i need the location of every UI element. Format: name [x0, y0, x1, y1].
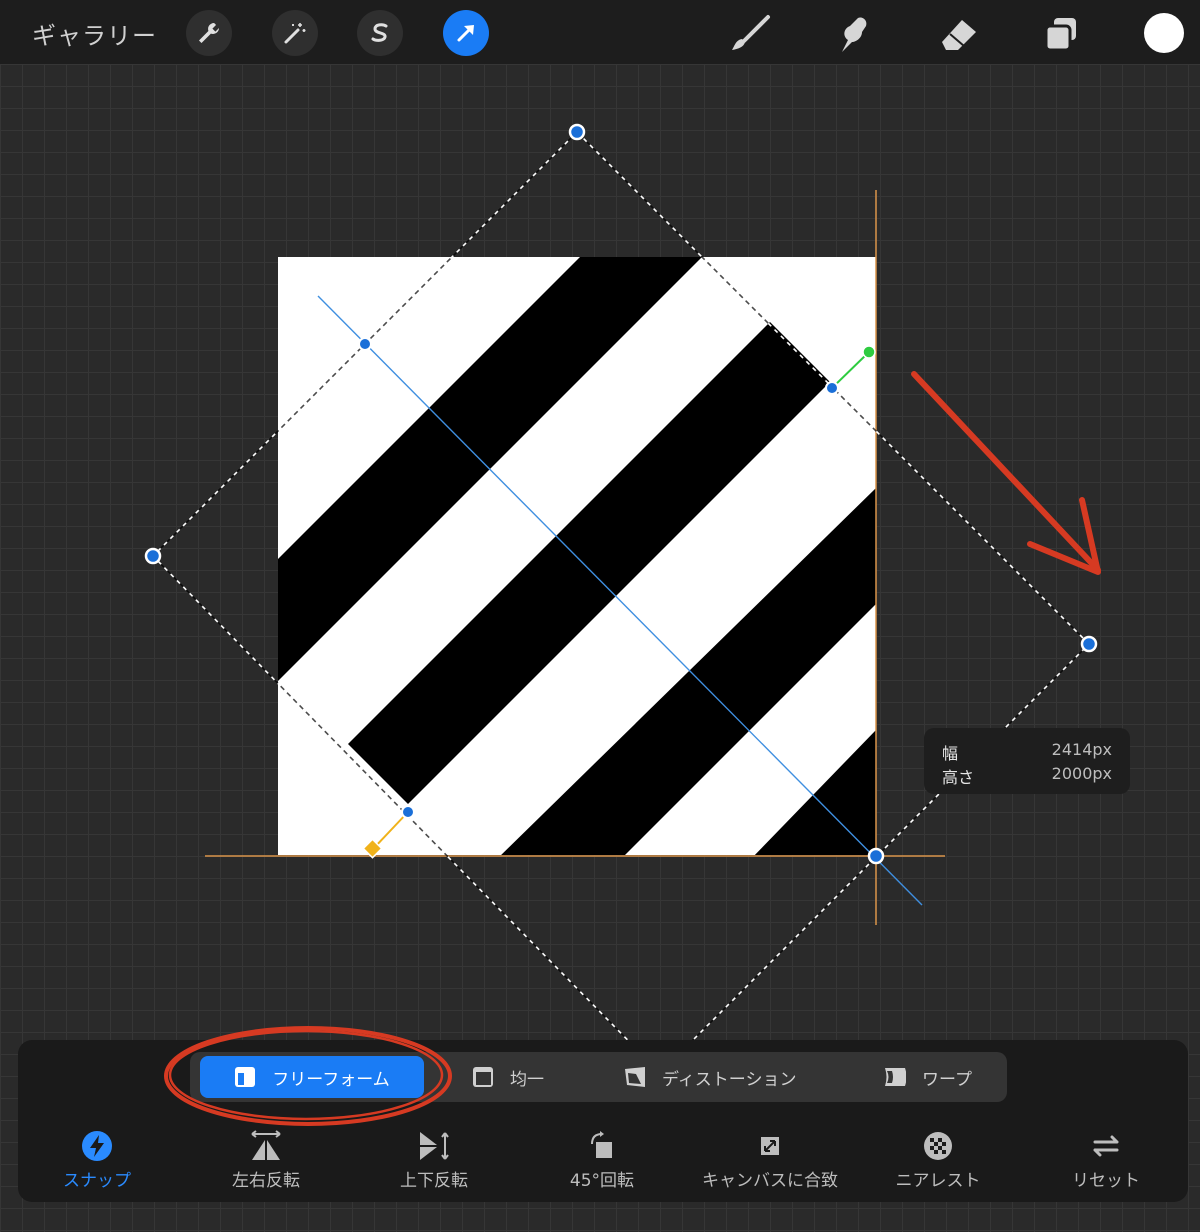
flip-horizontal-button[interactable]: 左右反転 — [191, 1128, 341, 1191]
mode-uniform-button[interactable]: 均一 — [472, 1056, 544, 1098]
mode-distort-label: ディストーション — [662, 1069, 797, 1090]
rotate-45-label: 45°回転 — [569, 1171, 635, 1191]
width-label: 幅 — [942, 744, 959, 763]
fit-canvas-label: キャンバスに合致 — [702, 1171, 838, 1191]
reset-label: リセット — [1072, 1171, 1140, 1191]
fit-canvas-icon — [761, 1137, 779, 1155]
width-value: 2414px — [1051, 740, 1112, 759]
flip-horizontal-icon — [251, 1130, 281, 1160]
distort-icon — [625, 1067, 645, 1087]
fit-canvas-button[interactable]: キャンバスに合致 — [695, 1128, 845, 1191]
snap-button[interactable]: スナップ — [22, 1128, 172, 1191]
nearest-button[interactable]: ニアレスト — [863, 1128, 1013, 1191]
handle-edge-topleft[interactable] — [358, 337, 372, 351]
handle-edge-topright[interactable] — [825, 381, 839, 395]
flip-vertical-icon — [420, 1132, 449, 1160]
nearest-label: ニアレスト — [895, 1171, 981, 1191]
mode-distort-button[interactable]: ディストーション — [624, 1056, 796, 1098]
mode-uniform-label: 均一 — [510, 1069, 544, 1090]
rotate-45-icon — [591, 1131, 612, 1158]
flip-vertical-label: 上下反転 — [400, 1171, 468, 1191]
annotation-arrow — [911, 371, 1101, 575]
handle-edge-bottomleft[interactable] — [401, 805, 415, 819]
mode-warp-label: ワープ — [922, 1069, 972, 1090]
snap-bolt-icon — [82, 1131, 112, 1161]
uniform-icon — [473, 1067, 493, 1087]
handle-top[interactable] — [568, 123, 586, 141]
rotate-45-button[interactable]: 45°回転 — [527, 1128, 677, 1191]
mode-freeform-label: フリーフォーム — [272, 1069, 390, 1090]
snap-label: スナップ — [63, 1171, 131, 1191]
dimensions-popup: 幅 2414px 高さ 2000px — [924, 728, 1130, 794]
handle-left[interactable] — [144, 547, 162, 565]
reset-button[interactable]: リセット — [1031, 1128, 1181, 1191]
handle-right[interactable] — [1080, 635, 1098, 653]
handle-bottom-right[interactable] — [867, 847, 885, 865]
flip-vertical-button[interactable]: 上下反転 — [359, 1128, 509, 1191]
rotation-handle[interactable] — [862, 345, 876, 359]
height-value: 2000px — [1051, 764, 1112, 783]
nearest-icon — [924, 1132, 952, 1160]
mode-warp-button[interactable]: ワープ — [884, 1056, 972, 1098]
reset-icon — [1093, 1135, 1119, 1157]
freeform-icon — [235, 1067, 256, 1087]
height-label: 高さ — [942, 768, 975, 787]
mode-freeform-button[interactable]: フリーフォーム — [200, 1056, 424, 1098]
flip-horizontal-label: 左右反転 — [232, 1171, 300, 1191]
warp-icon — [885, 1068, 906, 1086]
